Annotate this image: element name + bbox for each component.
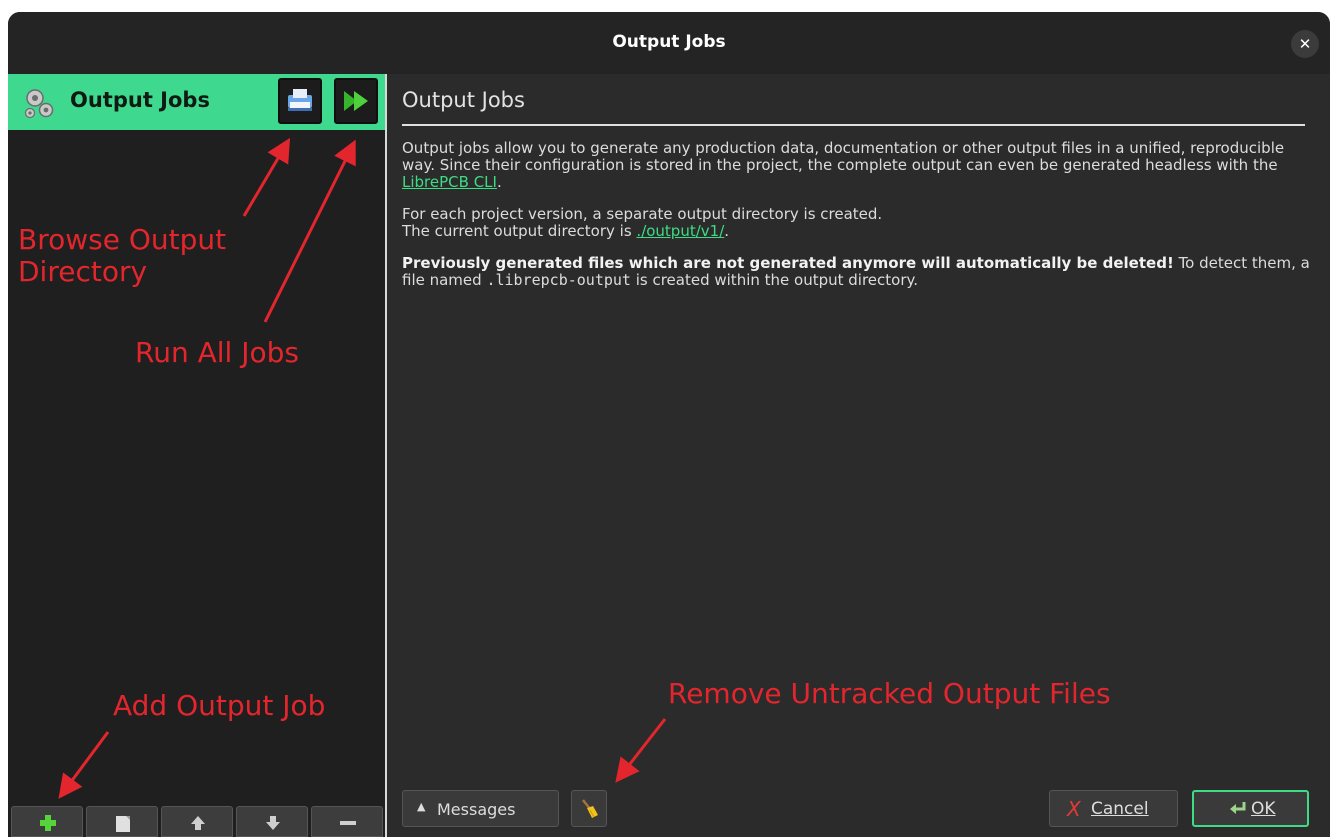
arrow-run-all: [263, 139, 356, 323]
arrow-add-job: [58, 731, 110, 799]
annotation-arrows: [58, 137, 667, 799]
arrow-browse: [242, 137, 291, 217]
arrow-remove-untracked: [615, 718, 667, 783]
